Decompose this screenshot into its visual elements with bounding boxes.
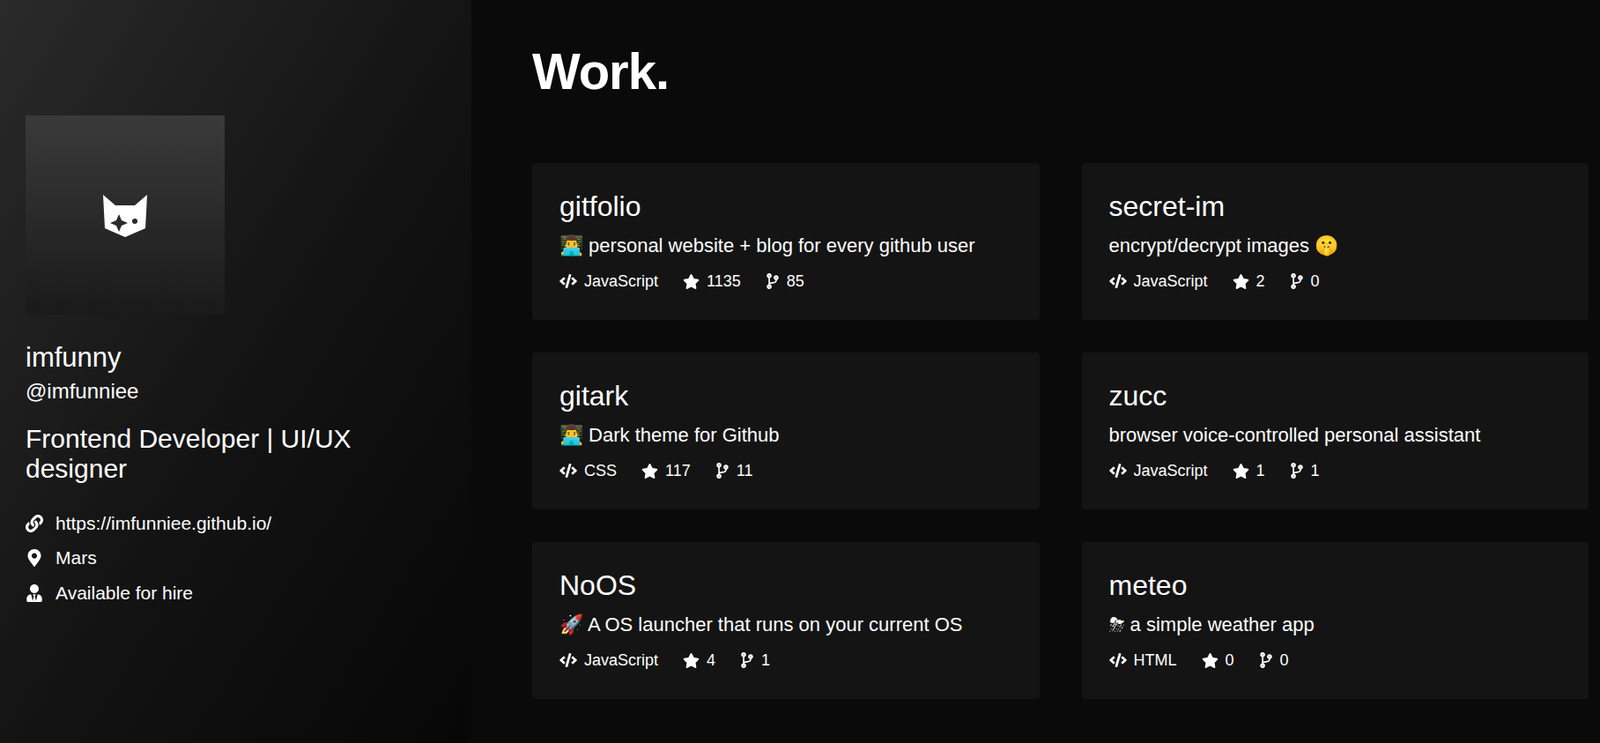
- repo-card[interactable]: meteo ⛈ a simple weather app HTML 00: [1081, 541, 1590, 699]
- repo-language: HTML: [1109, 648, 1178, 673]
- repo-description: 👨‍💻 Dark theme for Github: [559, 422, 1013, 449]
- repo-description: browser voice-controlled personal assist…: [1109, 422, 1563, 449]
- work-heading: Work.: [532, 45, 1589, 97]
- code-icon: [1109, 651, 1127, 669]
- repo-title[interactable]: gitfolio: [559, 189, 1013, 223]
- star-icon: [1201, 651, 1219, 669]
- repo-stats: JavaScript 20: [1109, 269, 1563, 294]
- code-icon: [559, 651, 578, 669]
- star-icon: [682, 651, 700, 669]
- repo-card[interactable]: gitfolio 👨‍💻 personal website + blog for …: [532, 162, 1040, 320]
- star-icon: [1232, 273, 1250, 290]
- repo-grid: gitfolio 👨‍💻 personal website + blog for …: [532, 162, 1589, 699]
- repo-card[interactable]: NoOS 🚀 A OS launcher that runs on your cu…: [532, 541, 1040, 699]
- fork-icon: [1259, 651, 1274, 668]
- repo-stars: 2: [1232, 269, 1266, 294]
- link-icon: [25, 514, 44, 533]
- user-icon: [25, 584, 44, 602]
- repo-card[interactable]: zucc browser voice-controlled personal as…: [1081, 352, 1590, 510]
- repo-column: gitfolio 👨‍💻 personal website + blog for …: [532, 162, 1040, 699]
- location-pin-icon: [25, 548, 44, 567]
- repo-column: secret-im encrypt/decrypt images 🤫 JavaScr…: [1081, 162, 1590, 699]
- repo-forks: 11: [715, 459, 754, 483]
- hire-row: Available for hire: [25, 578, 454, 608]
- page: imfunny @imfunniee Frontend Developer | UI…: [0, 0, 1600, 743]
- repo-title[interactable]: secret-im: [1109, 189, 1563, 223]
- profile-bio: Frontend Developer | UI/UX designer: [25, 423, 414, 485]
- repo-description: 🚀 A OS launcher that runs on your curren…: [559, 612, 1013, 638]
- repo-description: ⛈ a simple weather app: [1109, 612, 1563, 638]
- logo-icon: [99, 191, 151, 239]
- work-section: Work. gitfolio 👨‍💻 personal website + blog…: [471, 0, 1600, 743]
- repo-forks: 1: [1289, 459, 1320, 483]
- repo-language: JavaScript: [559, 648, 659, 673]
- repo-language: JavaScript: [1109, 459, 1208, 483]
- code-icon: [1109, 272, 1127, 290]
- repo-stars: 1135: [682, 269, 741, 294]
- location-row: Mars: [25, 543, 454, 572]
- repo-language: JavaScript: [559, 269, 659, 294]
- repo-stats: JavaScript 41: [559, 648, 1013, 673]
- repo-card[interactable]: secret-im encrypt/decrypt images 🤫 JavaScr…: [1081, 162, 1590, 320]
- repo-language: JavaScript: [1109, 269, 1208, 294]
- code-icon: [1109, 461, 1127, 480]
- website-row[interactable]: https://imfunniee.github.io/: [25, 509, 454, 538]
- repo-stars: 4: [682, 648, 716, 673]
- repo-stars: 117: [641, 459, 691, 483]
- repo-forks: 0: [1289, 269, 1320, 294]
- star-icon: [682, 273, 700, 290]
- repo-description: 👨‍💻 personal website + blog for every gi…: [559, 233, 1013, 260]
- repo-description: encrypt/decrypt images 🤫: [1109, 233, 1563, 260]
- repo-language: CSS: [559, 459, 617, 483]
- profile-sidebar: imfunny @imfunniee Frontend Developer | UI…: [0, 0, 472, 743]
- fork-icon: [765, 273, 780, 289]
- profile-handle[interactable]: @imfunniee: [25, 378, 454, 405]
- repo-title[interactable]: NoOS: [559, 568, 1013, 602]
- repo-forks: 1: [740, 648, 771, 673]
- profile-name: imfunny: [25, 340, 454, 374]
- repo-title[interactable]: meteo: [1109, 568, 1563, 602]
- repo-forks: 85: [765, 269, 805, 294]
- repo-stars: 0: [1201, 648, 1235, 673]
- repo-forks: 0: [1259, 648, 1289, 673]
- repo-stats: JavaScript 11: [1109, 459, 1563, 483]
- star-icon: [641, 462, 659, 480]
- fork-icon: [740, 651, 755, 668]
- repo-stats: JavaScript 1135 85: [559, 269, 1013, 294]
- repo-stats: CSS 117 11: [559, 459, 1013, 483]
- repo-stars: 1: [1232, 459, 1266, 483]
- star-icon: [1232, 462, 1250, 480]
- repo-title[interactable]: gitark: [559, 378, 1013, 413]
- repo-stats: HTML 00: [1109, 648, 1563, 673]
- code-icon: [559, 461, 578, 480]
- fork-icon: [1289, 462, 1304, 479]
- repo-card[interactable]: gitark 👨‍💻 Dark theme for Github CSS 117 11: [532, 352, 1040, 510]
- fork-icon: [715, 462, 730, 479]
- code-icon: [559, 272, 578, 290]
- profile-details: https://imfunniee.github.io/Mars Availabl…: [25, 509, 454, 608]
- repo-title[interactable]: zucc: [1109, 378, 1563, 413]
- avatar: [25, 115, 225, 315]
- fork-icon: [1289, 273, 1304, 289]
